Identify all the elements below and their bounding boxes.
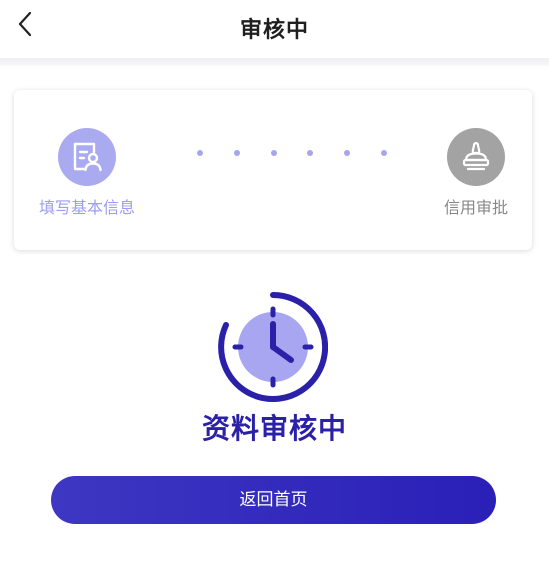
review-page: 审核中 填写基本信息 信用审批 资料审核中 返回首页 <box>0 0 549 566</box>
profile-form-icon <box>73 142 102 172</box>
step-credit-approval: 信用审批 <box>436 128 516 218</box>
return-home-button[interactable]: 返回首页 <box>51 476 496 524</box>
step-basic-info-circle <box>58 128 116 186</box>
step-basic-info-label: 填写基本信息 <box>38 198 135 217</box>
connector-dot <box>380 150 387 156</box>
connector-dot <box>233 150 240 156</box>
status-text: 资料审核中 <box>201 412 347 445</box>
progress-steps-card: 填写基本信息 信用审批 <box>14 90 532 250</box>
step-credit-approval-label: 信用审批 <box>443 198 508 217</box>
step-basic-info: 填写基本信息 <box>32 128 142 218</box>
connector-dot <box>270 150 277 156</box>
header: 审核中 <box>0 0 549 58</box>
page-title: 审核中 <box>239 18 309 43</box>
header-divider <box>0 58 549 66</box>
step-credit-approval-circle <box>447 128 505 186</box>
step-connector-dots <box>197 150 387 158</box>
clock-icon <box>218 292 328 402</box>
connector-dot <box>307 150 314 156</box>
connector-dot <box>344 150 351 156</box>
stamp-icon <box>462 142 490 171</box>
connector-dot <box>197 150 203 156</box>
